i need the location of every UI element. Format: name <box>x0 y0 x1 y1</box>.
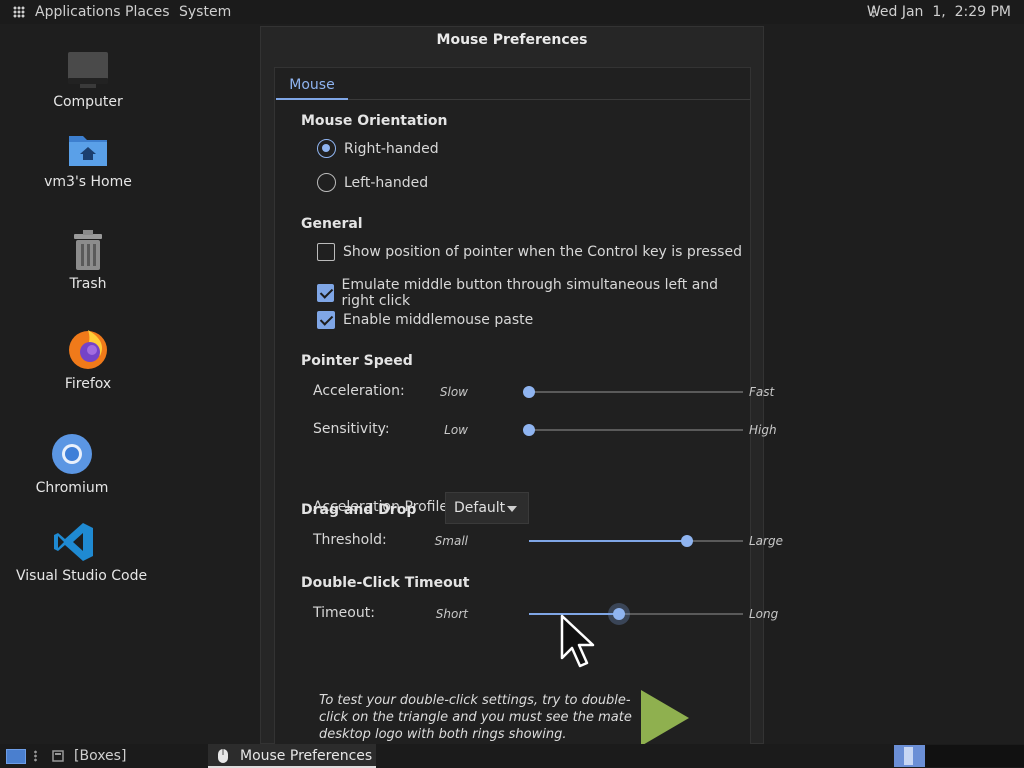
sensitivity-slider[interactable] <box>523 424 743 436</box>
checkbox-indicator[interactable] <box>317 243 335 261</box>
slider-handle[interactable] <box>523 386 535 398</box>
double-click-test-triangle[interactable] <box>639 688 691 748</box>
taskbar-item-label: Mouse Preferences <box>240 748 373 764</box>
threshold-slider[interactable] <box>529 535 743 547</box>
desktop-icon-label: Chromium <box>35 480 109 496</box>
menu-places[interactable]: Places <box>125 4 170 20</box>
desktop-icon-label: Trash <box>69 276 107 292</box>
acceleration-label: Acceleration: <box>313 383 405 399</box>
home-folder-icon <box>69 136 107 166</box>
timeout-low-label: Short <box>435 607 468 621</box>
acceleration-low-label: Slow <box>439 385 468 399</box>
desktop-icon-computer[interactable]: Computer <box>40 48 136 110</box>
timeout-label: Timeout: <box>313 605 375 621</box>
desktop-icon-label: vm3's Home <box>44 174 132 190</box>
sensitivity-row: Sensitivity: Low High <box>313 418 777 442</box>
threshold-low-label: Small <box>434 534 468 548</box>
apps-grid-icon[interactable] <box>13 6 25 18</box>
vscode-icon <box>54 523 93 561</box>
bottom-panel: [Boxes] Mouse Preferences <box>0 744 1024 768</box>
acceleration-profile-dropdown[interactable]: Default <box>445 492 529 524</box>
section-double-click-timeout: Double-Click Timeout <box>301 575 470 591</box>
checkbox-indicator[interactable] <box>317 311 335 329</box>
radio-label: Right-handed <box>344 140 439 157</box>
double-click-test-instructions: To test your double-click settings, try … <box>319 693 632 742</box>
acceleration-high-label: Fast <box>749 385 775 399</box>
radio-indicator[interactable] <box>317 139 336 158</box>
checkbox-show-pointer-position[interactable]: Show position of pointer when the Contro… <box>317 243 742 261</box>
taskbar-mouse-preferences[interactable]: Mouse Preferences <box>208 744 376 768</box>
threshold-label: Threshold: <box>313 532 387 548</box>
checkbox-middlemouse-paste[interactable]: Enable middlemouse paste <box>317 311 533 329</box>
checkbox-label: Emulate middle button through simultaneo… <box>341 277 719 309</box>
sensitivity-label: Sensitivity: <box>313 421 390 437</box>
radio-left-handed[interactable]: Left-handed <box>317 173 428 192</box>
slider-handle[interactable] <box>523 424 535 436</box>
slider-handle[interactable] <box>612 608 625 620</box>
desktop-icon-trash[interactable]: Trash <box>40 228 136 292</box>
section-pointer-speed: Pointer Speed <box>301 353 413 369</box>
clock[interactable]: Wed Jan 1, 2:29 PM <box>867 4 1011 20</box>
top-panel: Applications Places System Wed Jan 1, 2:… <box>0 0 1024 24</box>
checkbox-emulate-middle-button[interactable]: Emulate middle button through simultaneo… <box>317 277 750 309</box>
desktop-icon-label: Firefox <box>64 376 112 392</box>
dropdown-value: Default <box>454 500 506 516</box>
panel-handle-icon <box>34 750 37 762</box>
desktop-icon-home[interactable]: vm3's Home <box>40 130 136 190</box>
show-desktop-icon[interactable] <box>6 749 26 764</box>
desktop-icon-label: Computer <box>53 94 123 110</box>
desktop-icon-label: Visual Studio Code <box>16 568 148 584</box>
desktop-icon-vscode[interactable]: Visual Studio Code <box>16 520 148 584</box>
section-general: General <box>301 216 363 232</box>
chromium-icon <box>52 434 92 474</box>
notebook: Mouse Mouse Orientation Right-handed Lef… <box>274 67 783 767</box>
window-titlebar[interactable]: Mouse Preferences <box>261 27 763 55</box>
tab-divider <box>348 99 750 100</box>
sensitivity-low-label: Low <box>444 423 468 437</box>
window-list-icon <box>52 750 64 762</box>
timeout-row: Timeout: Short Long <box>313 602 778 626</box>
chevron-down-icon <box>507 506 517 512</box>
checkbox-indicator[interactable] <box>317 284 334 302</box>
checkbox-label: Enable middlemouse paste <box>343 312 534 328</box>
radio-indicator[interactable] <box>317 173 336 192</box>
slider-fill <box>529 540 688 542</box>
desktop-icon-chromium[interactable]: Chromium <box>24 432 120 496</box>
firefox-icon <box>69 330 107 369</box>
radio-right-handed[interactable]: Right-handed <box>317 139 439 158</box>
mouse-icon <box>218 749 228 763</box>
tab-mouse[interactable]: Mouse <box>276 70 348 100</box>
acceleration-slider[interactable] <box>523 386 743 398</box>
menu-applications[interactable]: Applications <box>35 4 121 20</box>
threshold-row: Threshold: Small Large <box>313 529 783 553</box>
checkbox-label: Show position of pointer when the Contro… <box>343 244 742 260</box>
timeout-high-label: Long <box>749 607 779 621</box>
radio-label: Left-handed <box>344 174 429 191</box>
slider-handle[interactable] <box>681 535 694 547</box>
section-mouse-orientation: Mouse Orientation <box>301 113 448 129</box>
mouse-preferences-window: Mouse Preferences Mouse Mouse Orientatio… <box>260 26 783 767</box>
desktop-icon-firefox[interactable]: Firefox <box>40 326 136 392</box>
computer-icon <box>68 52 108 88</box>
threshold-high-label: Large <box>749 534 783 548</box>
section-drag-and-drop: Drag and Drop <box>301 502 417 518</box>
workspace-1[interactable] <box>894 745 925 767</box>
menu-system[interactable]: System <box>179 4 231 20</box>
trash-icon <box>74 230 102 270</box>
acceleration-row: Acceleration: Slow Fast <box>313 380 774 404</box>
taskbar-boxes[interactable]: [Boxes] <box>74 748 126 764</box>
workspace-switcher[interactable] <box>894 745 1024 767</box>
mouse-cursor-icon <box>560 614 595 668</box>
sensitivity-high-label: High <box>749 423 777 437</box>
